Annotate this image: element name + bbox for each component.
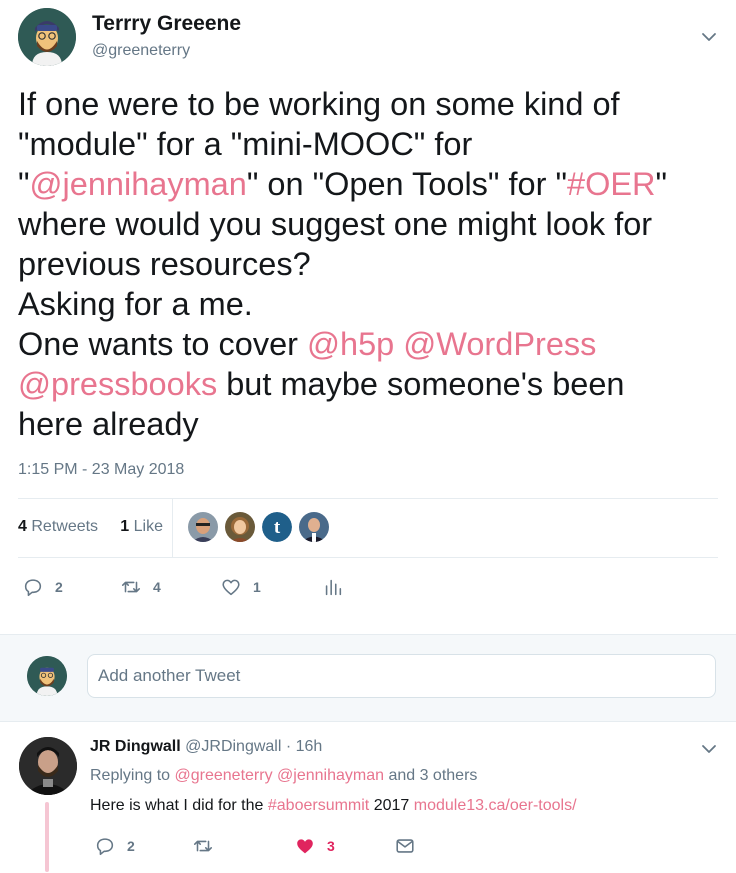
reply-age[interactable]: · 16h xyxy=(286,738,322,755)
author-handle[interactable]: @greeneterry xyxy=(92,42,190,60)
reply-author-name[interactable]: JR Dingwall xyxy=(90,738,181,755)
analytics-button[interactable] xyxy=(322,576,344,598)
reply-text: Here is what I did for the #aboersummit … xyxy=(90,797,577,814)
tweet-text-line: If one were to be working on some kind o… xyxy=(18,86,620,122)
tweet-timestamp[interactable]: 1:15 PM - 23 May 2018 xyxy=(18,461,184,479)
svg-text:t: t xyxy=(274,517,281,538)
liker-avatar-3[interactable]: t xyxy=(262,512,292,542)
chevron-down-icon[interactable] xyxy=(700,28,718,51)
heart-filled-icon xyxy=(297,839,313,854)
likes-stat[interactable]: 1 Like xyxy=(120,518,163,535)
reply-author-avatar[interactable] xyxy=(19,737,77,795)
retweet-icon xyxy=(121,581,141,593)
chevron-down-icon[interactable] xyxy=(700,740,718,763)
retweet-button[interactable]: 4 xyxy=(120,576,161,598)
retweets-stat[interactable]: 4 Retweets xyxy=(18,518,98,535)
tweet-text-line: previous resources? xyxy=(18,246,311,282)
hashtag-link[interactable]: #OER xyxy=(567,166,656,202)
hashtag-link[interactable]: #aboersummit xyxy=(268,797,369,814)
author-avatar[interactable] xyxy=(18,8,76,66)
like-button[interactable]: 1 xyxy=(220,576,261,598)
replying-others[interactable]: and 3 others xyxy=(388,767,477,784)
mention-link[interactable]: @h5p xyxy=(307,326,394,362)
reply-retweet-button[interactable] xyxy=(192,835,214,857)
replying-to-link[interactable]: @jennihayman xyxy=(277,767,384,784)
url-link[interactable]: module13.ca/oer-tools/ xyxy=(414,797,577,814)
liker-avatar-1[interactable] xyxy=(188,512,218,542)
replying-to: Replying to @greeneterry @jennihayman an… xyxy=(90,767,478,784)
reply-author-line: JR Dingwall @JRDingwall · 16h xyxy=(90,738,322,756)
heart-icon xyxy=(222,579,240,596)
envelope-icon xyxy=(396,839,414,853)
tweet-text-line: One wants to cover @h5p @WordPress xyxy=(18,326,597,362)
tweet-text-line: @pressbooks but maybe someone's been xyxy=(18,366,625,402)
tweet-text-line: Asking for a me. xyxy=(18,286,253,322)
analytics-icon xyxy=(325,579,342,596)
author-name[interactable]: Terrry Greeene xyxy=(92,12,241,36)
add-tweet-input[interactable]: Add another Tweet xyxy=(87,654,716,698)
add-tweet-placeholder: Add another Tweet xyxy=(98,666,241,685)
reply-icon xyxy=(96,838,114,856)
tweet-text-line: "module" for a "mini-MOOC" for xyxy=(18,126,473,162)
liker-avatar-2[interactable] xyxy=(225,512,255,542)
user-avatar[interactable] xyxy=(27,656,67,696)
engagement-stats: 4 Retweets 1 Like xyxy=(18,518,163,536)
mention-link[interactable]: @pressbooks xyxy=(18,366,217,402)
stats-divider xyxy=(172,499,173,557)
tweet-text-line: here already xyxy=(18,406,199,442)
direct-message-button[interactable] xyxy=(394,835,416,857)
divider xyxy=(18,557,718,558)
retweet-icon xyxy=(193,840,213,852)
reply-like-button[interactable]: 3 xyxy=(294,835,335,857)
tweet-text-line: where would you suggest one might look f… xyxy=(18,206,653,242)
reply-author-handle[interactable]: @JRDingwall xyxy=(185,738,281,755)
divider xyxy=(18,498,718,499)
mention-link[interactable]: @WordPress xyxy=(403,326,596,362)
tweet-text: If one were to be working on some kind o… xyxy=(18,84,728,444)
reply-reply-button[interactable]: 2 xyxy=(94,835,135,857)
thread-line xyxy=(45,802,49,872)
mention-link[interactable]: @jennihayman xyxy=(30,166,247,202)
reply-icon xyxy=(24,579,42,597)
tweet-text-line: "@jennihayman" on "Open Tools" for "#OER… xyxy=(18,166,668,202)
replying-to-link[interactable]: @greeneterry xyxy=(175,767,273,784)
liker-avatar-4[interactable] xyxy=(299,512,329,542)
reply-button[interactable]: 2 xyxy=(22,576,63,598)
